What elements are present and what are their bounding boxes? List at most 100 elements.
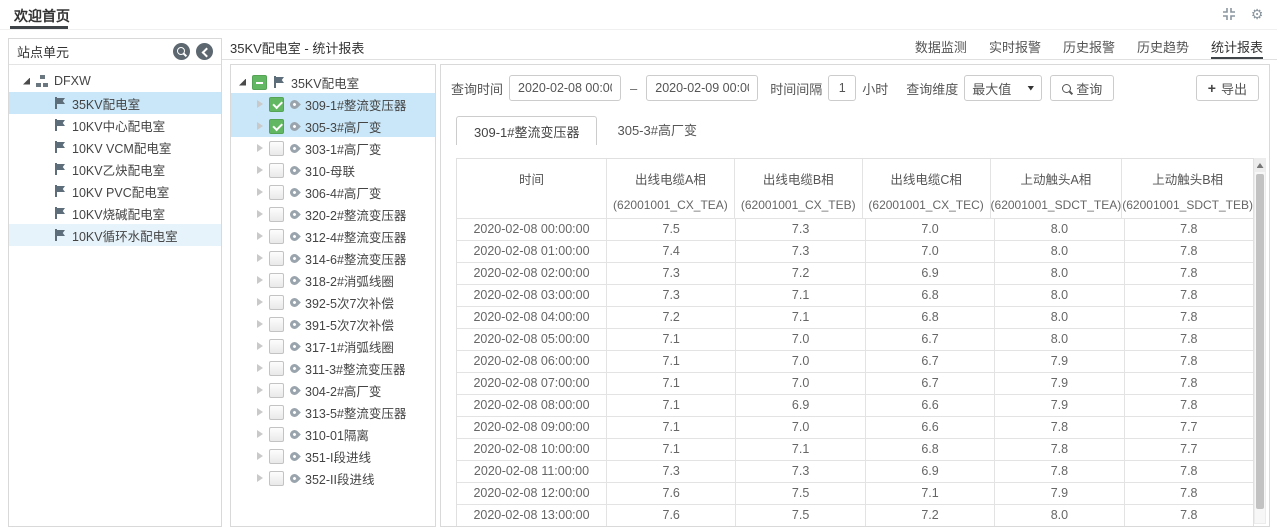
checkbox-checked[interactable] (269, 97, 284, 112)
sidebar-item-10kv-circulating-water[interactable]: 10KV循环水配电室 (9, 224, 221, 246)
sidebar-item-35kv[interactable]: 35KV配电室 (9, 92, 221, 114)
search-icon[interactable] (173, 43, 190, 60)
cell-time: 2020-02-08 06:00:00 (457, 351, 607, 372)
device-tree-item[interactable]: 309-1#整流变压器 (231, 93, 435, 115)
device-tree-item[interactable]: 318-2#消弧线圈 (231, 269, 435, 291)
checkbox-unchecked[interactable] (269, 207, 284, 222)
expander-closed-icon[interactable] (257, 386, 263, 394)
start-time-input[interactable] (509, 75, 621, 101)
expander-closed-icon[interactable] (257, 122, 263, 130)
expander-closed-icon[interactable] (257, 276, 263, 284)
checkbox-unchecked[interactable] (269, 405, 284, 420)
device-tree-item[interactable]: 313-5#整流变压器 (231, 401, 435, 423)
checkbox-unchecked[interactable] (269, 449, 284, 464)
sidebar-item-10kv-center[interactable]: 10KV中心配电室 (9, 114, 221, 136)
location-pin-icon (288, 450, 301, 463)
tab-309-1-rectifier-transformer[interactable]: 309-1#整流变压器 (456, 116, 597, 145)
device-tree-item[interactable]: 320-2#整流变压器 (231, 203, 435, 225)
scrollbar-up-arrow[interactable] (1255, 159, 1265, 172)
home-page-tab[interactable]: 欢迎首页 (14, 6, 70, 26)
expander-closed-icon[interactable] (257, 166, 263, 174)
dimension-select[interactable]: 最大值 (964, 75, 1042, 101)
cell-value: 7.0 (866, 219, 995, 240)
cell-value: 7.2 (866, 505, 995, 527)
checkbox-unchecked[interactable] (269, 185, 284, 200)
nav-realtime-alarm[interactable]: 实时报警 (989, 38, 1041, 59)
cell-time: 2020-02-08 10:00:00 (457, 439, 607, 460)
expander-closed-icon[interactable] (257, 452, 263, 460)
compress-layout-icon[interactable] (1221, 6, 1237, 22)
device-tree-item[interactable]: 352-II段进线 (231, 467, 435, 489)
sidebar-item-10kv-caustic[interactable]: 10KV烧碱配电室 (9, 202, 221, 224)
expander-closed-icon[interactable] (257, 144, 263, 152)
sidebar-item-10kv-acetylene[interactable]: 10KV乙炔配电室 (9, 158, 221, 180)
expander-closed-icon[interactable] (257, 254, 263, 262)
tab-305-3-plant-transformer[interactable]: 305-3#高厂变 (597, 120, 716, 145)
checkbox-unchecked[interactable] (269, 163, 284, 178)
checkbox-unchecked[interactable] (269, 273, 284, 288)
checkbox-checked[interactable] (269, 119, 284, 134)
expander-open-icon[interactable] (239, 79, 246, 86)
query-button[interactable]: 查询 (1050, 75, 1114, 101)
expander-closed-icon[interactable] (257, 100, 263, 108)
device-tree-item[interactable]: 305-3#高厂变 (231, 115, 435, 137)
device-tree-item[interactable]: 303-1#高厂变 (231, 137, 435, 159)
nav-statistics-report[interactable]: 统计报表 (1211, 38, 1263, 59)
nav-history-trend[interactable]: 历史趋势 (1137, 38, 1189, 59)
device-tree-item[interactable]: 391-5次7次补偿 (231, 313, 435, 335)
device-tree-item[interactable]: 351-I段进线 (231, 445, 435, 467)
expander-closed-icon[interactable] (257, 408, 263, 416)
checkbox-unchecked[interactable] (269, 251, 284, 266)
nav-history-alarm[interactable]: 历史报警 (1063, 38, 1115, 59)
expander-open-icon[interactable] (23, 78, 30, 85)
checkbox-unchecked[interactable] (269, 383, 284, 398)
expander-closed-icon[interactable] (257, 364, 263, 372)
cell-time: 2020-02-08 13:00:00 (457, 505, 607, 527)
collapse-panel-icon[interactable] (196, 43, 213, 60)
device-tree-item[interactable]: 310-母联 (231, 159, 435, 181)
checkbox-unchecked[interactable] (269, 229, 284, 244)
cell-value: 7.0 (736, 351, 865, 372)
checkbox-unchecked[interactable] (269, 339, 284, 354)
device-tree-item[interactable]: 306-4#高厂变 (231, 181, 435, 203)
scrollbar-thumb[interactable] (1256, 174, 1264, 509)
device-tree-item[interactable]: 317-1#消弧线圈 (231, 335, 435, 357)
device-tree-item[interactable]: 311-3#整流变压器 (231, 357, 435, 379)
expander-closed-icon[interactable] (257, 430, 263, 438)
device-tree-root[interactable]: 35KV配电室 (231, 71, 435, 93)
device-tree-item[interactable]: 310-01隔离 (231, 423, 435, 445)
checkbox-unchecked[interactable] (269, 317, 284, 332)
checkbox-unchecked[interactable] (269, 361, 284, 376)
device-tree-item[interactable]: 304-2#高厂变 (231, 379, 435, 401)
expander-closed-icon[interactable] (257, 342, 263, 350)
sidebar-item-10kv-vcm[interactable]: 10KV VCM配电室 (9, 136, 221, 158)
device-tree-item[interactable]: 312-4#整流变压器 (231, 225, 435, 247)
expander-closed-icon[interactable] (257, 188, 263, 196)
device-tree-item[interactable]: 392-5次7次补偿 (231, 291, 435, 313)
end-time-input[interactable] (646, 75, 758, 101)
interval-input[interactable] (828, 75, 856, 101)
checkbox-partial[interactable] (252, 75, 267, 90)
checkbox-unchecked[interactable] (269, 427, 284, 442)
expander-closed-icon[interactable] (257, 232, 263, 240)
top-tab-bar: 欢迎首页 ⚙ (0, 0, 1277, 30)
site-tree-root[interactable]: DFXW (9, 70, 221, 92)
sidebar-item-10kv-pvc[interactable]: 10KV PVC配电室 (9, 180, 221, 202)
nav-data-monitoring[interactable]: 数据监测 (915, 38, 967, 59)
table-scrollbar[interactable] (1254, 158, 1266, 524)
plus-icon: + (1208, 81, 1216, 95)
device-tree-item[interactable]: 314-6#整流变压器 (231, 247, 435, 269)
cell-value: 6.6 (866, 395, 995, 416)
checkbox-unchecked[interactable] (269, 471, 284, 486)
checkbox-unchecked[interactable] (269, 141, 284, 156)
cell-value: 7.3 (607, 263, 736, 284)
flag-icon (54, 141, 66, 153)
gear-icon[interactable]: ⚙ (1249, 6, 1265, 22)
location-pin-icon (288, 208, 301, 221)
expander-closed-icon[interactable] (257, 210, 263, 218)
expander-closed-icon[interactable] (257, 474, 263, 482)
export-button[interactable]: + 导出 (1196, 75, 1259, 101)
expander-closed-icon[interactable] (257, 320, 263, 328)
checkbox-unchecked[interactable] (269, 295, 284, 310)
expander-closed-icon[interactable] (257, 298, 263, 306)
